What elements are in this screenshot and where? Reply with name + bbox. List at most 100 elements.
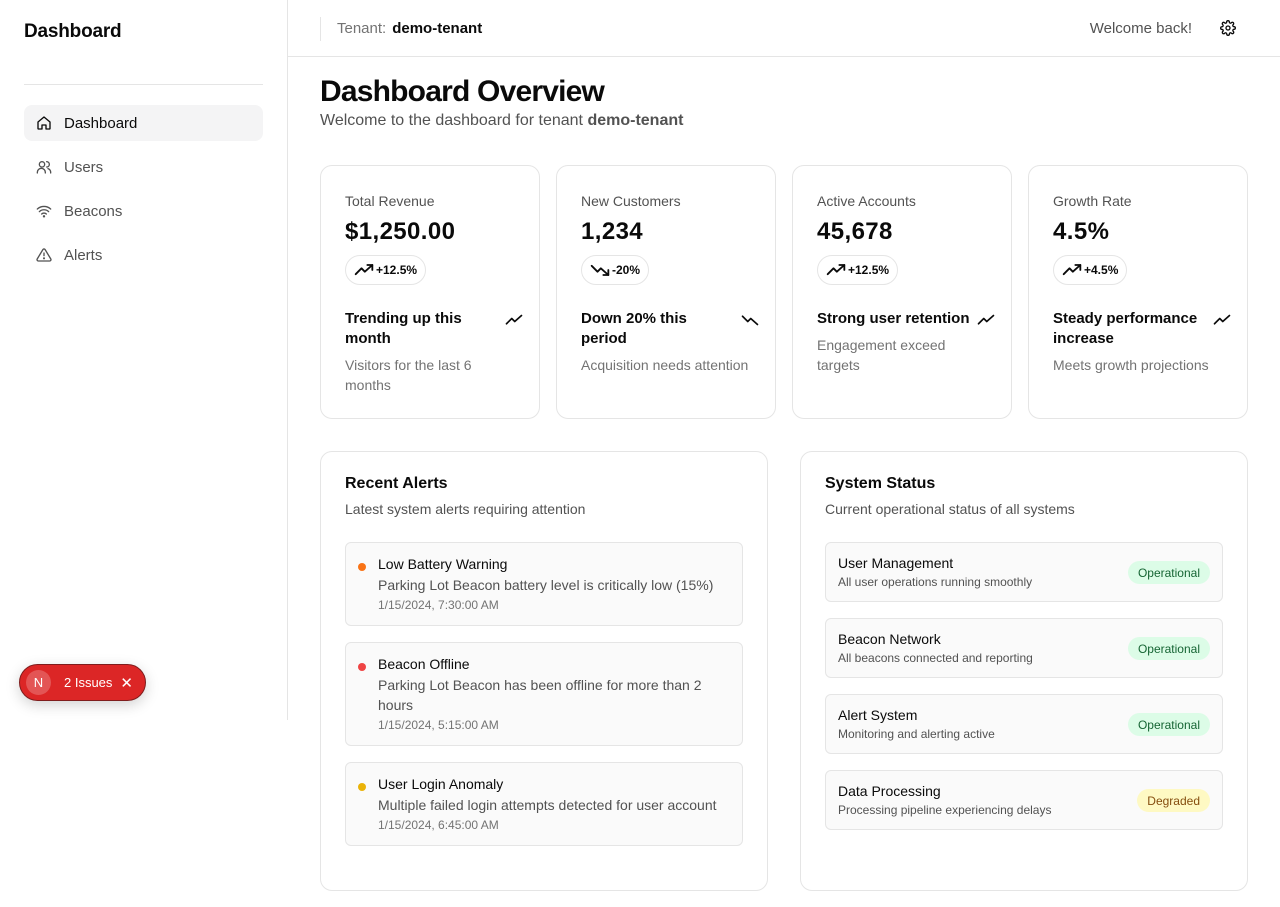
- sidebar: Dashboard Dashboard Users Beacons Alerts: [0, 0, 288, 720]
- stat-change: +12.5%: [376, 263, 418, 277]
- stat-trend: Down 20% this period: [581, 310, 687, 347]
- stat-value: $1,250.00: [345, 218, 456, 245]
- panel-subtitle: Latest system alerts requiring attention: [345, 501, 586, 517]
- sidebar-item-label: Dashboard: [64, 114, 138, 132]
- alert-message: Multiple failed login attempts detected …: [378, 797, 717, 813]
- stat-card-growth-rate: Growth Rate 4.5% +4.5% Steady performanc…: [1028, 165, 1248, 419]
- sidebar-item-users[interactable]: Users: [24, 149, 263, 185]
- stat-label: Growth Rate: [1053, 193, 1132, 209]
- alert-severity-dot: [358, 663, 366, 671]
- panel-title: Recent Alerts: [345, 475, 448, 492]
- subtitle-text: Welcome to the dashboard for tenant: [320, 112, 583, 129]
- stat-trend: Steady performance increase: [1053, 310, 1198, 347]
- stat-card-new-customers: New Customers 1,234 -20% Down 20% this p…: [556, 165, 776, 419]
- recent-alerts-panel: Recent Alerts Latest system alerts requi…: [320, 451, 768, 891]
- wifi-icon: [36, 203, 52, 219]
- system-name: Beacon Network: [838, 631, 941, 647]
- alert-severity-dot: [358, 563, 366, 571]
- trending-up-icon: [505, 314, 523, 325]
- system-name: Data Processing: [838, 783, 941, 799]
- stat-card-active-accounts: Active Accounts 45,678 +12.5% Strong use…: [792, 165, 1012, 419]
- alert-timestamp: 1/15/2024, 6:45:00 AM: [378, 818, 499, 832]
- stat-change: +4.5%: [1084, 263, 1119, 277]
- stat-description: Engagement exceed targets: [817, 337, 946, 373]
- sidebar-item-label: Beacons: [64, 202, 123, 220]
- sidebar-item-alerts[interactable]: Alerts: [24, 237, 263, 273]
- stat-value: 4.5%: [1053, 218, 1110, 245]
- system-status-item: Alert System Monitoring and alerting act…: [825, 694, 1223, 754]
- sidebar-item-beacons[interactable]: Beacons: [24, 193, 263, 229]
- sidebar-divider: [24, 84, 263, 85]
- system-name: User Management: [838, 555, 954, 571]
- sidebar-brand: Dashboard: [24, 21, 122, 42]
- stat-description: Visitors for the last 6 months: [345, 357, 472, 393]
- users-icon: [36, 159, 52, 175]
- gear-icon[interactable]: [1220, 20, 1236, 36]
- system-status-panel: System Status Current operational status…: [800, 451, 1248, 891]
- close-icon[interactable]: ✕: [120, 674, 133, 692]
- alert-title: Beacon Offline: [378, 656, 470, 672]
- stat-label: Active Accounts: [817, 193, 916, 209]
- status-badge: Degraded: [1137, 789, 1210, 812]
- alert-item[interactable]: Beacon Offline Parking Lot Beacon has be…: [345, 642, 743, 746]
- issues-toast[interactable]: N 2 Issues ✕: [19, 664, 146, 701]
- alert-item[interactable]: Low Battery Warning Parking Lot Beacon b…: [345, 542, 743, 626]
- trending-up-icon: [1062, 264, 1082, 276]
- panel-title: System Status: [825, 475, 936, 492]
- stat-trend: Strong user retention: [817, 310, 970, 327]
- stat-value: 45,678: [817, 218, 893, 245]
- issues-count[interactable]: 2 Issues: [64, 675, 112, 690]
- system-status-item: User Management All user operations runn…: [825, 542, 1223, 602]
- stat-description: Meets growth projections: [1053, 357, 1209, 373]
- alert-title: User Login Anomaly: [378, 776, 504, 792]
- status-badge: Operational: [1127, 561, 1210, 584]
- stat-change-badge: +4.5%: [1053, 255, 1128, 285]
- stat-trend: Trending up this month: [345, 310, 462, 347]
- status-badge: Operational: [1127, 713, 1210, 736]
- alert-timestamp: 1/15/2024, 5:15:00 AM: [378, 718, 499, 732]
- trending-down-icon: [590, 264, 610, 276]
- trending-up-icon: [354, 264, 374, 276]
- stat-change-badge: +12.5%: [345, 255, 427, 285]
- page-subtitle: Welcome to the dashboard for tenant demo…: [320, 112, 683, 130]
- stat-label: Total Revenue: [345, 193, 435, 209]
- system-description: All user operations running smoothly: [838, 575, 1033, 589]
- stat-change: -20%: [612, 263, 641, 277]
- top-header: Tenant: demo-tenant Welcome back!: [288, 0, 1280, 57]
- alert-message: Parking Lot Beacon has been offline for …: [378, 677, 702, 713]
- trending-up-icon: [977, 314, 995, 325]
- stat-change-badge: -20%: [581, 255, 650, 285]
- stat-change: +12.5%: [848, 263, 890, 277]
- sidebar-item-label: Users: [64, 158, 104, 176]
- stat-card-total-revenue: Total Revenue $1,250.00 +12.5% Trending …: [320, 165, 540, 419]
- nextjs-logo-icon: N: [26, 670, 51, 695]
- stat-description: Acquisition needs attention: [581, 357, 749, 373]
- alert-title: Low Battery Warning: [378, 556, 508, 572]
- system-status-item: Data Processing Processing pipeline expe…: [825, 770, 1223, 830]
- header-divider: [320, 17, 321, 41]
- page-title: Dashboard Overview: [320, 75, 605, 108]
- stat-value: 1,234: [581, 218, 644, 245]
- panel-subtitle: Current operational status of all system…: [825, 501, 1075, 517]
- sidebar-item-dashboard[interactable]: Dashboard: [24, 105, 263, 141]
- trending-up-icon: [1213, 314, 1231, 325]
- system-description: All beacons connected and reporting: [838, 651, 1033, 665]
- alert-timestamp: 1/15/2024, 7:30:00 AM: [378, 598, 499, 612]
- tenant-indicator: Tenant: demo-tenant: [337, 20, 482, 37]
- status-badge: Operational: [1127, 637, 1210, 660]
- sidebar-nav: Dashboard Users Beacons Alerts: [24, 105, 263, 281]
- sidebar-item-label: Alerts: [64, 246, 103, 264]
- welcome-text: Welcome back!: [1089, 20, 1192, 37]
- trending-up-icon: [826, 264, 846, 276]
- home-icon: [36, 115, 52, 131]
- alert-item[interactable]: User Login Anomaly Multiple failed login…: [345, 762, 743, 846]
- system-description: Processing pipeline experiencing delays: [838, 803, 1052, 817]
- stat-label: New Customers: [581, 193, 681, 209]
- system-description: Monitoring and alerting active: [838, 727, 995, 741]
- tenant-label: Tenant:: [337, 20, 387, 37]
- stat-change-badge: +12.5%: [817, 255, 899, 285]
- tenant-name: demo-tenant: [392, 20, 483, 37]
- alert-severity-dot: [358, 783, 366, 791]
- system-status-item: Beacon Network All beacons connected and…: [825, 618, 1223, 678]
- trending-down-icon: [741, 315, 759, 326]
